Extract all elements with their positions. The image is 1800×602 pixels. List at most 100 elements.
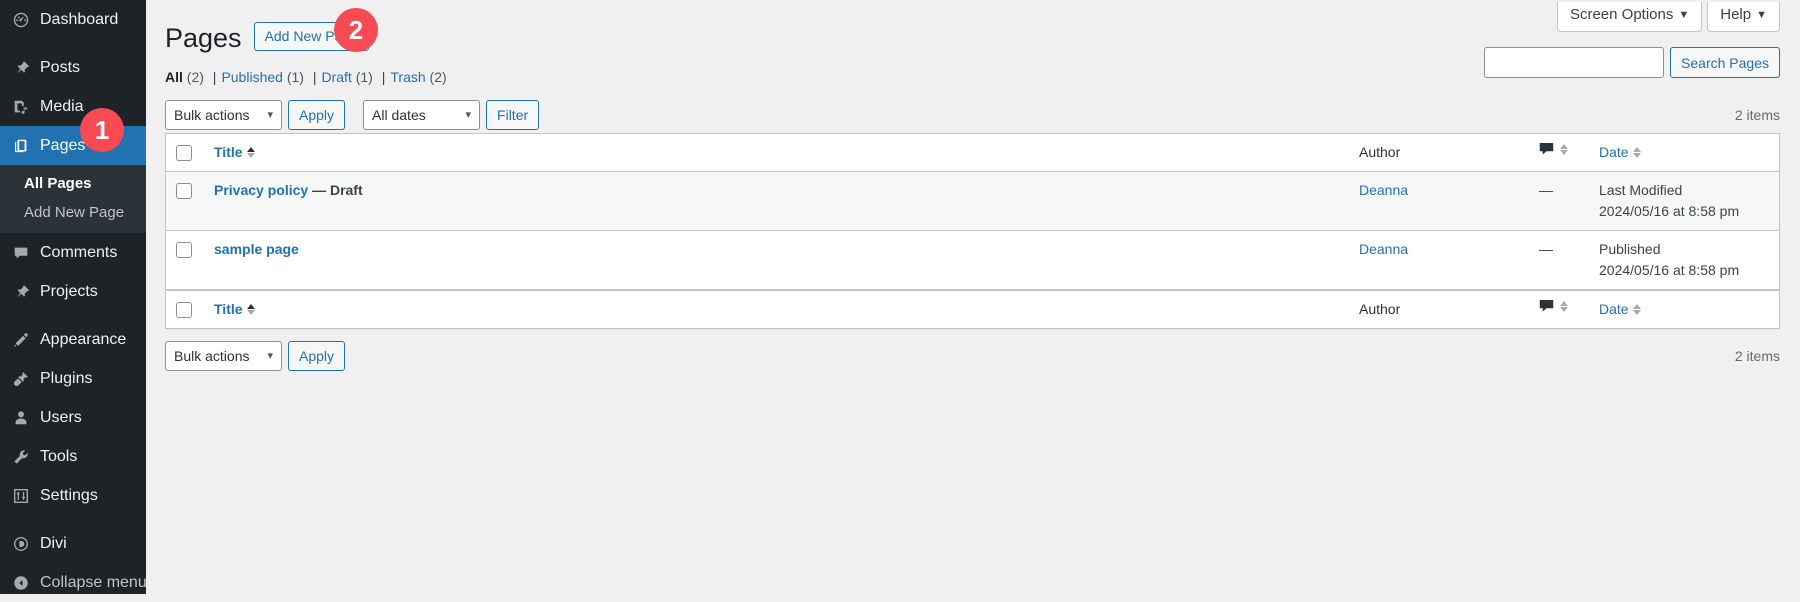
view-all: All (2) | — [165, 69, 221, 85]
sort-by-title-link-bottom[interactable]: Title — [214, 299, 255, 320]
author-link[interactable]: Deanna — [1359, 241, 1408, 257]
sidebar-item-posts[interactable]: Posts — [0, 48, 146, 87]
sort-by-title-link-top[interactable]: Title — [214, 142, 255, 163]
comments-count: — — [1539, 182, 1553, 199]
sidebar-submenu-item-all-pages[interactable]: All Pages — [0, 169, 146, 198]
pages-icon — [12, 136, 40, 156]
row-author-cell: Deanna — [1349, 172, 1529, 232]
page-title-link[interactable]: sample page — [214, 241, 299, 257]
date-filter-select-wrapper: All dates ▾ — [363, 100, 481, 131]
main-content: Screen Options ▼ Help ▼ Pages Add New Page… — [146, 0, 1800, 594]
view-divider: | — [212, 69, 217, 86]
sidebar-item-label: Users — [40, 408, 82, 426]
column-header-author: Author — [1349, 134, 1529, 173]
sidebar-item-divi[interactable]: Divi — [0, 524, 146, 563]
date-filter-select[interactable]: All dates — [363, 100, 481, 131]
view-trash-link[interactable]: Trash — [390, 69, 425, 85]
table-row: sample page Deanna — Published 2024/05/1… — [166, 231, 1779, 291]
apply-button-top[interactable]: Apply — [288, 100, 346, 131]
table-head: Title Author Date — [166, 134, 1779, 173]
sidebar-item-label: Posts — [40, 58, 81, 76]
annotation-badge-label: 1 — [94, 114, 110, 145]
search-box: Search Pages — [1484, 47, 1780, 78]
select-all-header — [166, 134, 204, 173]
pages-table: Title Author Date Privacy policy — Draft… — [165, 133, 1780, 330]
select-all-checkbox-top[interactable] — [176, 145, 192, 162]
column-title-label: Title — [214, 301, 243, 318]
sidebar-item-plugins[interactable]: Plugins — [0, 359, 146, 398]
view-draft-count: (1) — [355, 69, 373, 86]
column-header-date: Date — [1589, 134, 1779, 173]
bulk-actions-select-top[interactable]: Bulk actions — [165, 100, 282, 131]
comment-icon — [12, 243, 40, 263]
sidebar-item-settings[interactable]: Settings — [0, 476, 146, 515]
sidebar-submenu-item-add-new-page[interactable]: Add New Page — [0, 198, 146, 227]
sort-indicator-icon — [1632, 304, 1641, 316]
page-title-link[interactable]: Privacy policy — [214, 182, 308, 198]
bulk-actions-select-bottom[interactable]: Bulk actions — [165, 341, 282, 372]
sort-by-date-link-top[interactable]: Date — [1599, 142, 1641, 163]
column-author-label: Author — [1359, 144, 1401, 161]
row-select-checkbox[interactable] — [176, 242, 192, 259]
sidebar-item-appearance[interactable]: Appearance — [0, 320, 146, 359]
user-icon — [12, 408, 40, 428]
column-date-label: Date — [1599, 301, 1629, 318]
row-select-checkbox[interactable] — [176, 183, 192, 200]
sidebar-item-tools[interactable]: Tools — [0, 437, 146, 476]
help-button[interactable]: Help ▼ — [1707, 2, 1780, 32]
annotation-badge-label: 2 — [348, 14, 364, 45]
search-pages-button[interactable]: Search Pages — [1670, 47, 1780, 78]
search-input[interactable] — [1484, 47, 1665, 78]
sidebar-submenu-pages: All Pages Add New Page — [0, 165, 146, 233]
wrench-icon — [12, 447, 40, 467]
view-published-link[interactable]: Published — [221, 69, 283, 85]
sidebar-item-pages[interactable]: Pages — [0, 126, 146, 165]
screen-meta-links: Screen Options ▼ Help ▼ — [1556, 2, 1780, 32]
column-header-comments — [1529, 134, 1589, 173]
screen-options-button[interactable]: Screen Options ▼ — [1556, 2, 1703, 32]
sidebar-separator — [0, 39, 146, 48]
column-footer-comments — [1529, 290, 1589, 328]
comments-sort-group-bottom[interactable] — [1539, 299, 1579, 313]
row-title-cell: Privacy policy — Draft — [204, 172, 1349, 232]
sort-indicator-icon — [1560, 143, 1568, 155]
annotation-badge-2: 2 — [334, 8, 378, 52]
sidebar-item-media[interactable]: Media — [0, 87, 146, 126]
view-draft: Draft (1) | — [321, 69, 390, 85]
row-date-cell: Last Modified 2024/05/16 at 8:58 pm — [1589, 172, 1779, 232]
table-body: Privacy policy — Draft Deanna — Last Mod… — [166, 172, 1779, 291]
view-divider: | — [381, 69, 386, 86]
select-all-checkbox-bottom[interactable] — [176, 302, 192, 319]
view-all-link[interactable]: All — [165, 69, 183, 85]
bulk-actions-select-wrapper-bottom: Bulk actions ▾ — [165, 341, 282, 372]
sidebar-item-label: Divi — [40, 534, 67, 552]
date-status: Published — [1599, 241, 1661, 258]
sidebar-item-dashboard[interactable]: Dashboard — [0, 0, 146, 39]
displaying-num-top: 2 items — [1734, 107, 1780, 124]
settings-icon — [12, 486, 40, 506]
sidebar-item-users[interactable]: Users — [0, 398, 146, 437]
pin-icon — [12, 58, 40, 78]
collapse-menu-button[interactable]: Collapse menu — [0, 563, 147, 602]
sort-indicator-icon — [246, 147, 255, 159]
sidebar-submenu-label: Add New Page — [24, 204, 125, 221]
column-footer-author: Author — [1349, 290, 1529, 328]
sort-by-date-link-bottom[interactable]: Date — [1599, 299, 1641, 320]
dashboard-icon — [12, 10, 40, 30]
sidebar-item-label: Appearance — [40, 330, 127, 348]
row-comments-cell: — — [1529, 231, 1589, 291]
sidebar-item-projects[interactable]: Projects — [0, 272, 146, 311]
apply-button-bottom[interactable]: Apply — [288, 341, 346, 372]
post-state-label: — Draft — [312, 182, 363, 199]
media-icon — [12, 97, 40, 117]
sidebar-separator — [0, 515, 146, 524]
sidebar-item-comments[interactable]: Comments — [0, 233, 146, 272]
view-draft-link[interactable]: Draft — [321, 69, 351, 85]
view-trash-count: (2) — [429, 69, 447, 86]
filter-button[interactable]: Filter — [486, 100, 540, 131]
sort-indicator-icon — [1560, 300, 1568, 312]
comments-sort-group-top[interactable] — [1539, 142, 1579, 156]
author-link[interactable]: Deanna — [1359, 182, 1408, 198]
row-author-cell: Deanna — [1349, 231, 1529, 291]
plugin-icon — [12, 369, 40, 389]
